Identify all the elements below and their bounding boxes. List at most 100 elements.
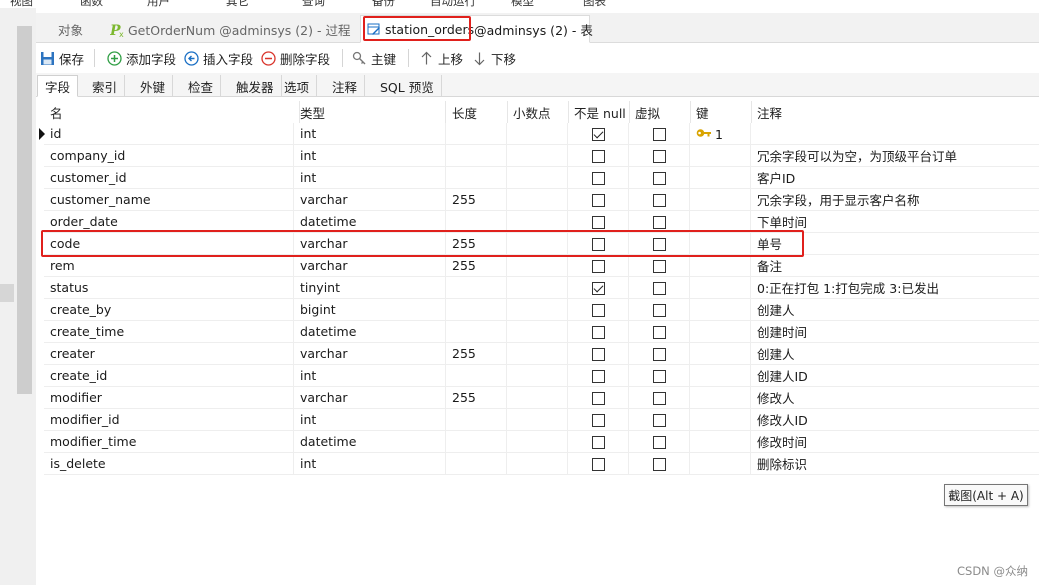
virtual-checkbox[interactable] <box>653 260 666 273</box>
field-comment-cell[interactable]: 备注 <box>751 255 1039 277</box>
tab-table-design[interactable]: station_orders @adminsys (2) - 表 <box>360 15 593 43</box>
table-row[interactable]: company_id int 冗余字段可以为空，为顶级平台订单 <box>36 145 1039 167</box>
not-null-checkbox[interactable] <box>592 414 605 427</box>
column-header-length[interactable]: 长度 <box>446 101 508 123</box>
field-virtual-cell[interactable] <box>629 409 690 431</box>
subtab-triggers[interactable]: 触发器 <box>229 75 282 97</box>
field-decimals-cell[interactable] <box>507 211 568 233</box>
table-row[interactable]: create_by bigint 创建人 <box>36 299 1039 321</box>
field-decimals-cell[interactable] <box>507 365 568 387</box>
field-length-cell[interactable] <box>446 409 507 431</box>
field-comment-cell[interactable]: 冗余字段可以为空，为顶级平台订单 <box>751 145 1039 167</box>
field-name-cell[interactable]: creater <box>44 343 294 365</box>
field-name-cell[interactable]: modifier_id <box>44 409 294 431</box>
not-null-checkbox[interactable] <box>592 194 605 207</box>
virtual-checkbox[interactable] <box>653 216 666 229</box>
insert-field-button[interactable]: 插入字段 <box>184 49 253 67</box>
field-comment-cell[interactable]: 客户ID <box>751 167 1039 189</box>
not-null-checkbox[interactable] <box>592 348 605 361</box>
field-not-null-cell[interactable] <box>568 167 629 189</box>
not-null-checkbox[interactable] <box>592 392 605 405</box>
field-type-cell[interactable]: datetime <box>294 321 446 343</box>
subtab-comment[interactable]: 注释 <box>325 75 366 97</box>
field-not-null-cell[interactable] <box>568 343 629 365</box>
field-key-cell[interactable] <box>690 387 751 409</box>
field-not-null-cell[interactable] <box>568 123 629 145</box>
field-decimals-cell[interactable] <box>507 277 568 299</box>
field-virtual-cell[interactable] <box>629 255 690 277</box>
field-name-cell[interactable]: order_date <box>44 211 294 233</box>
field-decimals-cell[interactable] <box>507 167 568 189</box>
field-virtual-cell[interactable] <box>629 431 690 453</box>
column-header-type[interactable]: 类型 <box>294 101 446 123</box>
menu-item-chart[interactable]: 图表 <box>583 0 606 8</box>
field-name-cell[interactable]: create_id <box>44 365 294 387</box>
field-not-null-cell[interactable] <box>568 431 629 453</box>
field-decimals-cell[interactable] <box>507 299 568 321</box>
table-row[interactable]: rem varchar 255 备注 <box>36 255 1039 277</box>
field-type-cell[interactable]: datetime <box>294 431 446 453</box>
field-decimals-cell[interactable] <box>507 123 568 145</box>
field-not-null-cell[interactable] <box>568 321 629 343</box>
table-row[interactable]: order_date datetime 下单时间 <box>36 211 1039 233</box>
virtual-checkbox[interactable] <box>653 348 666 361</box>
menu-item-view[interactable]: 视图 <box>10 0 33 8</box>
tab-procedure[interactable]: Px GetOrderNum @adminsys (2) - 过程 <box>104 15 356 43</box>
not-null-checkbox[interactable] <box>592 150 605 163</box>
virtual-checkbox[interactable] <box>653 150 666 163</box>
field-virtual-cell[interactable] <box>629 145 690 167</box>
table-row[interactable]: is_delete int 删除标识 <box>36 453 1039 475</box>
table-row[interactable]: modifier_id int 修改人ID <box>36 409 1039 431</box>
field-virtual-cell[interactable] <box>629 211 690 233</box>
virtual-checkbox[interactable] <box>653 370 666 383</box>
field-comment-cell[interactable]: 创建人 <box>751 343 1039 365</box>
subtab-indexes[interactable]: 索引 <box>85 75 126 97</box>
field-length-cell[interactable] <box>446 145 507 167</box>
move-up-button[interactable]: 上移 <box>419 49 463 67</box>
field-key-cell[interactable] <box>690 233 751 255</box>
field-virtual-cell[interactable] <box>629 365 690 387</box>
virtual-checkbox[interactable] <box>653 304 666 317</box>
not-null-checkbox[interactable] <box>592 260 605 273</box>
field-decimals-cell[interactable] <box>507 343 568 365</box>
field-type-cell[interactable]: varchar <box>294 255 446 277</box>
field-name-cell[interactable]: modifier <box>44 387 294 409</box>
field-key-cell[interactable] <box>690 211 751 233</box>
field-key-cell[interactable] <box>690 277 751 299</box>
menu-item-query[interactable]: 查询 <box>302 0 325 8</box>
field-length-cell[interactable] <box>446 277 507 299</box>
field-length-cell[interactable] <box>446 365 507 387</box>
field-not-null-cell[interactable] <box>568 277 629 299</box>
field-comment-cell[interactable]: 冗余字段，用于显示客户名称 <box>751 189 1039 211</box>
virtual-checkbox[interactable] <box>653 436 666 449</box>
table-row[interactable]: modifier varchar 255 修改人 <box>36 387 1039 409</box>
column-header-virtual[interactable]: 虚拟 <box>629 101 691 123</box>
delete-field-button[interactable]: 删除字段 <box>261 49 330 67</box>
subtab-foreign-keys[interactable]: 外键 <box>133 75 174 97</box>
field-comment-cell[interactable]: 修改人 <box>751 387 1039 409</box>
save-button[interactable]: 保存 <box>40 49 84 67</box>
table-row[interactable]: code varchar 255 单号 <box>36 233 1039 255</box>
subtab-options[interactable]: 选项 <box>277 75 318 97</box>
field-name-cell[interactable]: company_id <box>44 145 294 167</box>
not-null-checkbox[interactable] <box>592 370 605 383</box>
field-type-cell[interactable]: tinyint <box>294 277 446 299</box>
table-row[interactable]: customer_id int 客户ID <box>36 167 1039 189</box>
field-name-cell[interactable]: rem <box>44 255 294 277</box>
field-length-cell[interactable]: 255 <box>446 233 507 255</box>
table-row[interactable]: creater varchar 255 创建人 <box>36 343 1039 365</box>
field-decimals-cell[interactable] <box>507 321 568 343</box>
virtual-checkbox[interactable] <box>653 458 666 471</box>
field-name-cell[interactable]: create_time <box>44 321 294 343</box>
field-decimals-cell[interactable] <box>507 387 568 409</box>
field-length-cell[interactable] <box>446 211 507 233</box>
field-key-cell[interactable] <box>690 299 751 321</box>
field-name-cell[interactable]: modifier_time <box>44 431 294 453</box>
field-comment-cell[interactable] <box>751 123 1039 145</box>
field-type-cell[interactable]: int <box>294 409 446 431</box>
menu-item-other[interactable]: 其它 <box>226 0 249 8</box>
field-key-cell[interactable] <box>690 255 751 277</box>
field-decimals-cell[interactable] <box>507 431 568 453</box>
field-type-cell[interactable]: varchar <box>294 343 446 365</box>
field-virtual-cell[interactable] <box>629 343 690 365</box>
